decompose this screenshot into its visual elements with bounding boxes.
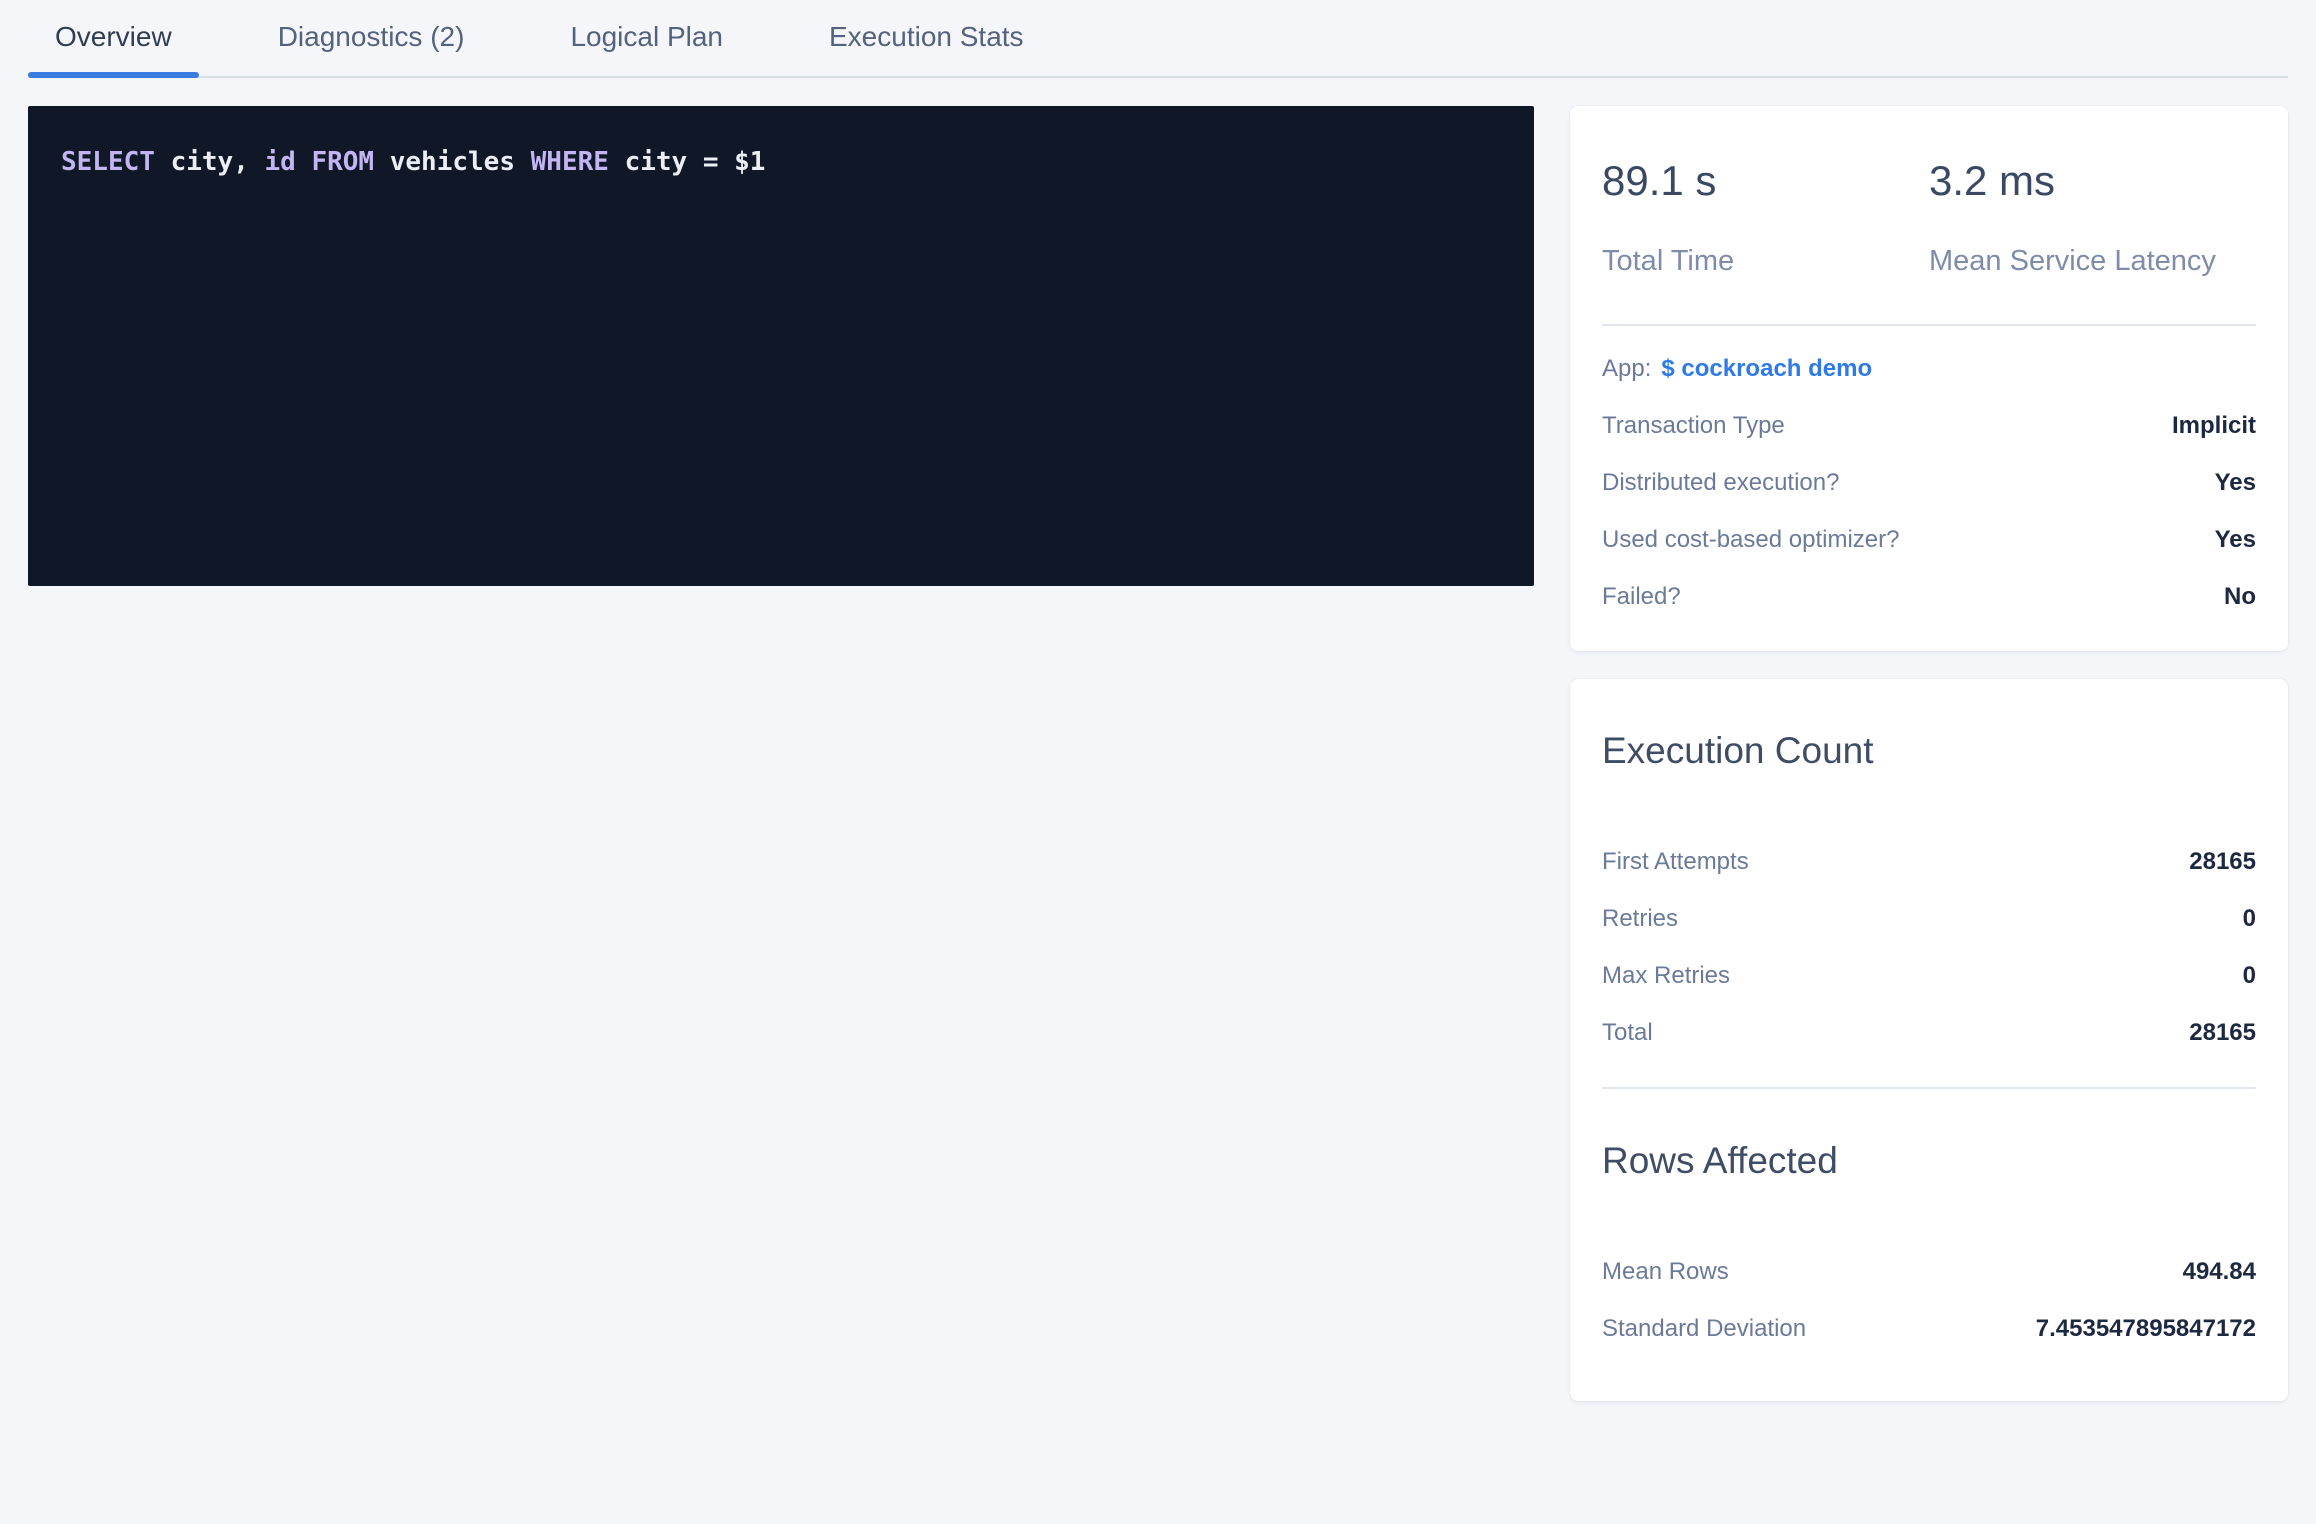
summary-detail-rows: App: $ cockroach demo Transaction Type Im… (1602, 326, 2256, 651)
tab-execution-stats[interactable]: Execution Stats (802, 0, 1051, 76)
sql-token-identifier: city = $1 (625, 147, 766, 177)
main-content: SELECT city, id FROM vehicles WHERE city… (0, 78, 2316, 1457)
rows-affected-heading: Rows Affected (1602, 1089, 2256, 1183)
statement-details-page: Overview Diagnostics (2) Logical Plan Ex… (0, 0, 2316, 1457)
mean-rows-row: Mean Rows 494.84 (1602, 1243, 2256, 1300)
metric-total-time: 89.1 s Total Time (1602, 158, 1929, 278)
cost-based-optimizer-row: Used cost-based optimizer? Yes (1602, 511, 2256, 568)
tab-diagnostics[interactable]: Diagnostics (2) (251, 0, 492, 76)
transaction-type-row: Transaction Type Implicit (1602, 397, 2256, 454)
total-label: Total (1602, 1019, 1653, 1047)
sql-query-box: SELECT city, id FROM vehicles WHERE city… (28, 106, 1534, 586)
app-row-content: App: $ cockroach demo (1602, 355, 1872, 383)
tab-bar: Overview Diagnostics (2) Logical Plan Ex… (28, 0, 2288, 78)
metrics-row: 89.1 s Total Time 3.2 ms Mean Service La… (1602, 106, 2256, 278)
cost-based-optimizer-label: Used cost-based optimizer? (1602, 526, 1899, 554)
transaction-type-value: Implicit (2172, 412, 2256, 440)
first-attempts-row: First Attempts 28165 (1602, 833, 2256, 890)
sql-query-text: SELECT city, id FROM vehicles WHERE city… (61, 144, 1501, 180)
max-retries-label: Max Retries (1602, 962, 1730, 990)
retries-row: Retries 0 (1602, 890, 2256, 947)
query-column: SELECT city, id FROM vehicles WHERE city… (28, 106, 1534, 586)
statistics-card: Execution Count First Attempts 28165 Ret… (1570, 679, 2288, 1401)
rows-affected-rows: Mean Rows 494.84 Standard Deviation 7.45… (1602, 1243, 2256, 1401)
mean-rows-label: Mean Rows (1602, 1258, 1729, 1286)
sql-token-keyword: FROM (311, 147, 389, 177)
distributed-execution-row: Distributed execution? Yes (1602, 454, 2256, 511)
failed-label: Failed? (1602, 583, 1681, 611)
sql-token-identifier: vehicles (390, 147, 531, 177)
retries-value: 0 (2243, 905, 2256, 933)
details-sidebar: 89.1 s Total Time 3.2 ms Mean Service La… (1570, 106, 2288, 1429)
mean-service-latency-value: 3.2 ms (1929, 158, 2256, 204)
tab-overview[interactable]: Overview (28, 0, 199, 76)
mean-rows-value: 494.84 (2183, 1258, 2256, 1286)
max-retries-row: Max Retries 0 (1602, 947, 2256, 1004)
tab-logical-plan[interactable]: Logical Plan (543, 0, 750, 76)
max-retries-value: 0 (2243, 962, 2256, 990)
retries-label: Retries (1602, 905, 1678, 933)
failed-value: No (2224, 583, 2256, 611)
failed-row: Failed? No (1602, 568, 2256, 625)
sql-token-keyword: WHERE (531, 147, 625, 177)
distributed-execution-value: Yes (2215, 469, 2256, 497)
first-attempts-label: First Attempts (1602, 848, 1749, 876)
total-time-label: Total Time (1602, 244, 1929, 278)
transaction-type-label: Transaction Type (1602, 412, 1785, 440)
total-time-value: 89.1 s (1602, 158, 1929, 204)
app-row: App: $ cockroach demo (1602, 340, 2256, 397)
mean-service-latency-label: Mean Service Latency (1929, 244, 2256, 278)
standard-deviation-value: 7.453547895847172 (2036, 1315, 2256, 1343)
standard-deviation-label: Standard Deviation (1602, 1315, 1806, 1343)
metric-mean-service-latency: 3.2 ms Mean Service Latency (1929, 158, 2256, 278)
summary-card: 89.1 s Total Time 3.2 ms Mean Service La… (1570, 106, 2288, 651)
first-attempts-value: 28165 (2189, 848, 2256, 876)
sql-token-identifier: city, (171, 147, 265, 177)
execution-count-rows: First Attempts 28165 Retries 0 Max Retri… (1602, 833, 2256, 1087)
total-value: 28165 (2189, 1019, 2256, 1047)
sql-token-keyword: SELECT (61, 147, 171, 177)
app-link[interactable]: $ cockroach demo (1661, 355, 1872, 382)
distributed-execution-label: Distributed execution? (1602, 469, 1839, 497)
total-row: Total 28165 (1602, 1004, 2256, 1061)
cost-based-optimizer-value: Yes (2215, 526, 2256, 554)
execution-count-heading: Execution Count (1602, 679, 2256, 773)
app-label: App: (1602, 355, 1651, 382)
standard-deviation-row: Standard Deviation 7.453547895847172 (1602, 1300, 2256, 1357)
sql-token-keyword: id (265, 147, 312, 177)
